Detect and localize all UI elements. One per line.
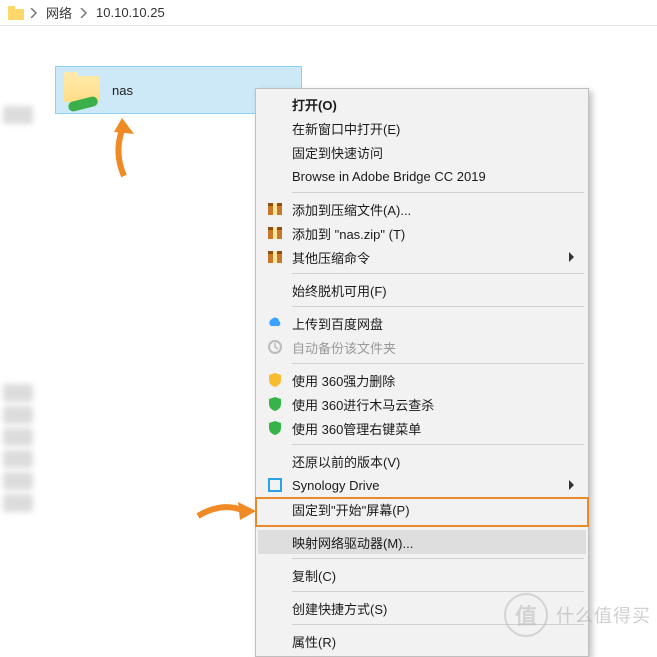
menu-auto-backup: 自动备份该文件夹 xyxy=(258,335,586,359)
menu-separator xyxy=(292,525,584,526)
breadcrumb-current[interactable]: 10.10.10.25 xyxy=(94,5,167,20)
shield-scan-icon xyxy=(266,395,284,413)
menu-separator xyxy=(292,591,584,592)
menu-browse-bridge[interactable]: Browse in Adobe Bridge CC 2019 xyxy=(258,164,586,188)
archive-icon xyxy=(266,248,284,266)
annotation-arrow-1 xyxy=(104,118,144,178)
menu-separator xyxy=(292,444,584,445)
menu-add-archive[interactable]: 添加到压缩文件(A)... xyxy=(258,197,586,221)
menu-separator xyxy=(292,273,584,274)
synology-icon xyxy=(266,476,284,494)
menu-separator xyxy=(292,306,584,307)
menu-360-right-menu[interactable]: 使用 360管理右键菜单 xyxy=(258,416,586,440)
menu-always-offline[interactable]: 始终脱机可用(F) xyxy=(258,278,586,302)
menu-restore-previous[interactable]: 还原以前的版本(V) xyxy=(258,449,586,473)
shield-menu-icon xyxy=(266,419,284,437)
menu-360-force-delete[interactable]: 使用 360强力删除 xyxy=(258,368,586,392)
chevron-right-icon xyxy=(568,480,576,490)
menu-synology-drive[interactable]: Synology Drive xyxy=(258,473,586,497)
menu-360-trojan-scan[interactable]: 使用 360进行木马云查杀 xyxy=(258,392,586,416)
menu-map-network-drive[interactable]: 映射网络驱动器(M)... xyxy=(258,530,586,554)
menu-upload-baidu[interactable]: 上传到百度网盘 xyxy=(258,311,586,335)
context-menu: 打开(O) 在新窗口中打开(E) 固定到快速访问 Browse in Adobe… xyxy=(255,88,589,657)
annotation-arrow-2 xyxy=(196,496,256,526)
shield-delete-icon xyxy=(266,371,284,389)
breadcrumb-parent[interactable]: 网络 xyxy=(44,3,74,22)
chevron-right-icon xyxy=(30,8,38,18)
menu-separator xyxy=(292,558,584,559)
breadcrumb[interactable]: 网络 10.10.10.25 xyxy=(0,0,657,26)
menu-other-zip[interactable]: 其他压缩命令 xyxy=(258,245,586,269)
backup-icon xyxy=(266,338,284,356)
folder-label: nas xyxy=(112,83,133,98)
obscured-sidebar xyxy=(0,86,36,516)
menu-open-new-window[interactable]: 在新窗口中打开(E) xyxy=(258,116,586,140)
menu-separator xyxy=(292,192,584,193)
menu-pin-start[interactable]: 固定到"开始"屏幕(P) xyxy=(258,497,586,521)
menu-separator xyxy=(292,363,584,364)
cloud-upload-icon xyxy=(266,314,284,332)
watermark-badge-icon: 值 xyxy=(504,593,548,637)
watermark: 值 什么值得买 xyxy=(504,593,651,637)
chevron-right-icon xyxy=(80,8,88,18)
chevron-right-icon xyxy=(568,252,576,262)
archive-icon xyxy=(266,200,284,218)
archive-icon xyxy=(266,224,284,242)
menu-pin-quick-access[interactable]: 固定到快速访问 xyxy=(258,140,586,164)
watermark-text: 什么值得买 xyxy=(556,602,651,628)
menu-open[interactable]: 打开(O) xyxy=(258,92,586,116)
menu-copy[interactable]: 复制(C) xyxy=(258,563,586,587)
folder-icon xyxy=(8,6,24,20)
network-share-folder-icon xyxy=(64,72,100,108)
menu-add-nas-zip[interactable]: 添加到 "nas.zip" (T) xyxy=(258,221,586,245)
